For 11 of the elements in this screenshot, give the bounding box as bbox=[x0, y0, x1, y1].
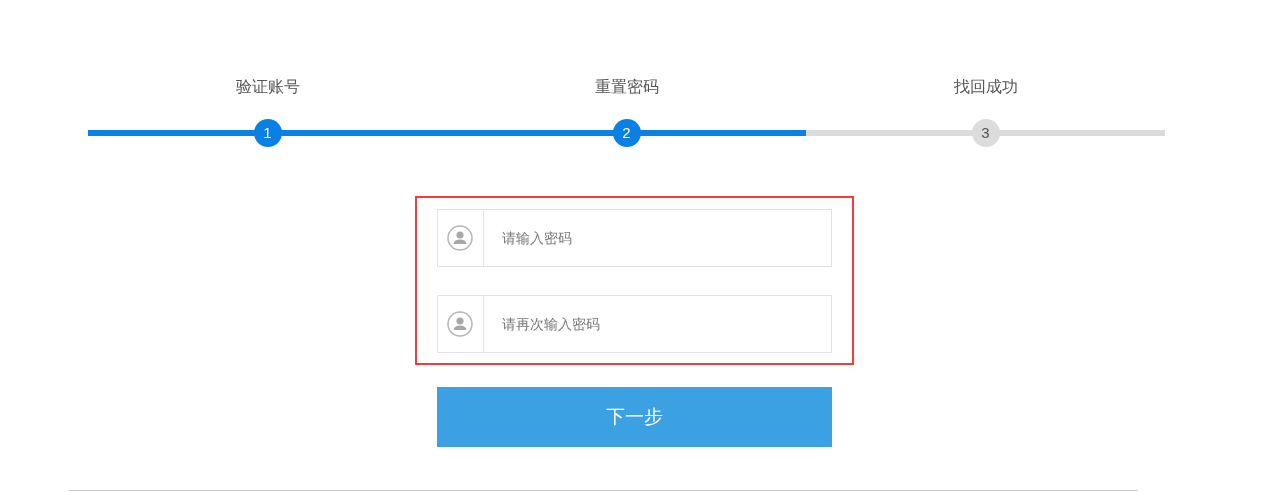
step-label: 找回成功 bbox=[953, 77, 1018, 97]
step-label: 验证账号 bbox=[235, 77, 300, 97]
user-icon bbox=[447, 225, 473, 251]
password-field[interactable]: 请再次输入密码 bbox=[436, 295, 832, 353]
password-field[interactable]: 请输入密码 bbox=[436, 209, 832, 267]
step-number: 2 bbox=[612, 119, 641, 147]
step-label: 重置密码 bbox=[594, 77, 659, 97]
step-number: 1 bbox=[253, 119, 282, 147]
next-button[interactable]: 下一步 bbox=[436, 387, 832, 447]
step-number: 3 bbox=[971, 119, 1000, 147]
user-icon bbox=[447, 311, 473, 337]
